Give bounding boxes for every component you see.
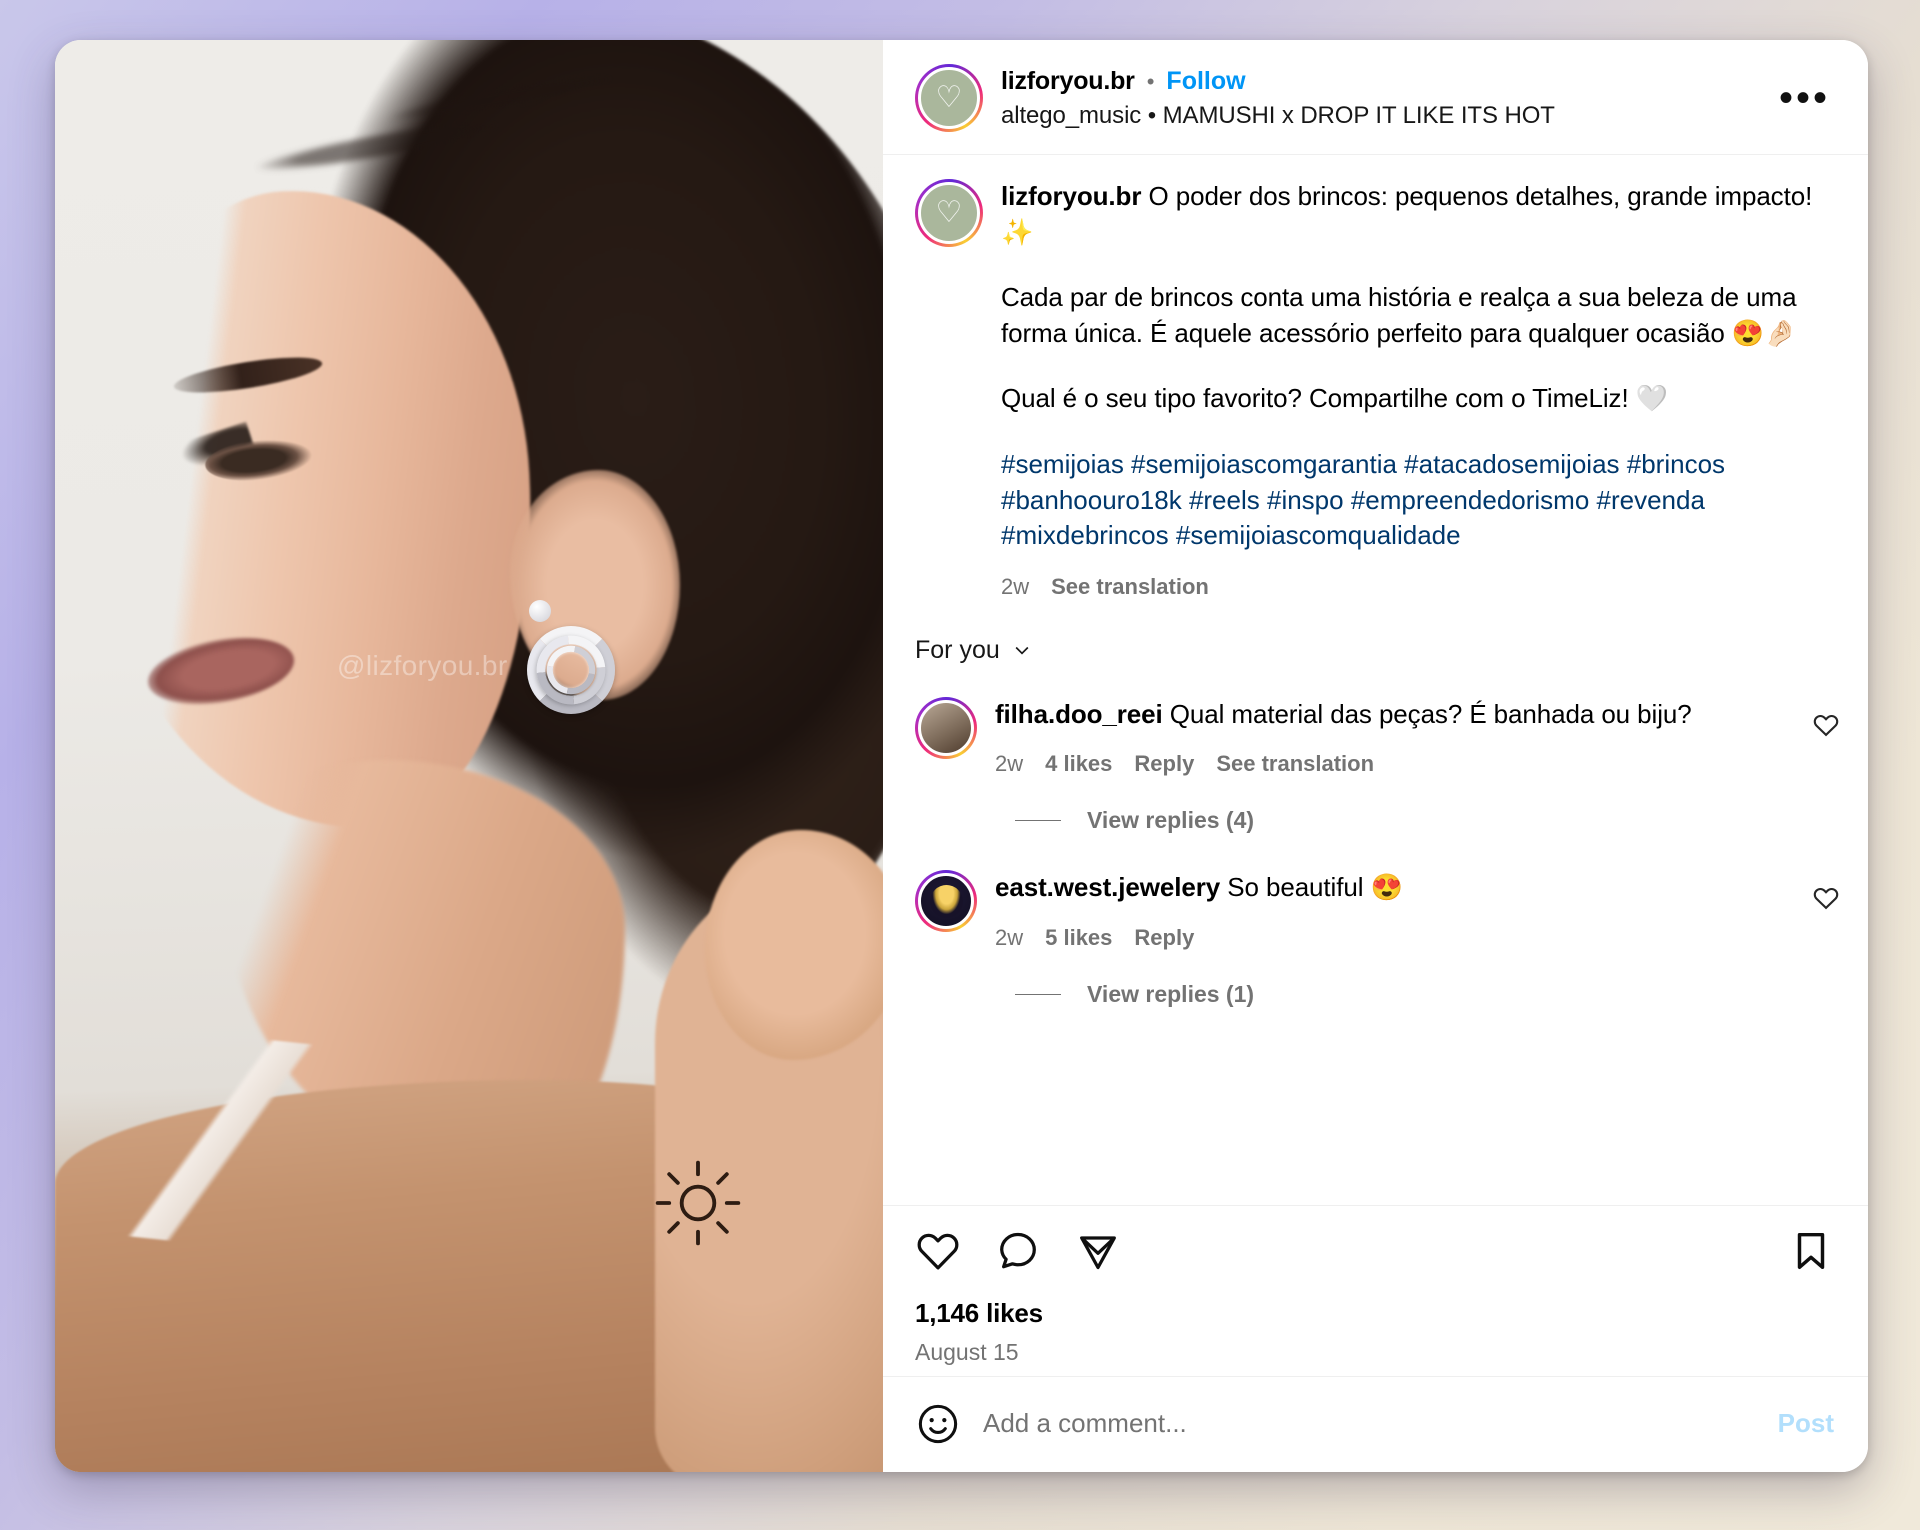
caption-body: lizforyou.br O poder dos brincos: pequen… [1001, 179, 1840, 600]
caption-username[interactable]: lizforyou.br [1001, 181, 1141, 211]
post-date: August 15 [915, 1339, 1019, 1365]
comment-meta-row: 2w 4 likes Reply See translation [995, 751, 1794, 777]
chevron-down-icon [1015, 647, 1029, 655]
comments-filter-dropdown[interactable]: For you [915, 610, 1840, 679]
commenter-avatar[interactable] [915, 870, 977, 933]
view-replies-label: View replies (4) [1087, 807, 1255, 834]
caption-author-avatar[interactable]: ♡ [915, 179, 983, 247]
commenter-username[interactable]: filha.doo_reei [995, 699, 1163, 729]
add-comment-input[interactable] [983, 1408, 1756, 1439]
comment-reply-button[interactable]: Reply [1134, 751, 1194, 777]
post-header: ♡ lizforyou.br • Follow altego_music • M… [883, 40, 1868, 155]
post-photo: @lizforyou.br [55, 40, 883, 1472]
comment-body: east.west.jewelery So beautiful 😍 2w 5 l… [995, 870, 1794, 950]
caption-see-translation[interactable]: See translation [1051, 574, 1209, 600]
replies-divider-line [1015, 993, 1061, 995]
caption-paragraph-2: Cada par de brincos conta uma história e… [1001, 282, 1797, 348]
like-heart-icon[interactable] [915, 1228, 961, 1274]
comments-filter-label: For you [915, 635, 1000, 664]
comment-icon[interactable] [995, 1228, 1041, 1274]
avatar-image: ♡ [918, 67, 980, 129]
comment-like-heart-icon[interactable] [1812, 884, 1840, 912]
jewelry-logo-icon [929, 884, 963, 918]
view-replies-button[interactable]: View replies (1) [915, 955, 1840, 1026]
author-username[interactable]: lizforyou.br [1001, 67, 1135, 96]
comments-scroll-area[interactable]: ♡ lizforyou.br O poder dos brincos: pequ… [883, 155, 1868, 1205]
share-icon[interactable] [1075, 1228, 1121, 1274]
action-icon-row [915, 1228, 1834, 1274]
comment-text-line: east.west.jewelery So beautiful 😍 [995, 870, 1794, 904]
post-comment-button[interactable]: Post [1778, 1408, 1834, 1439]
more-options-button[interactable]: ••• [1769, 78, 1840, 118]
comment-text-line: filha.doo_reei Qual material das peças? … [995, 697, 1794, 731]
bookmark-icon[interactable] [1788, 1228, 1834, 1274]
heart-logo-icon: ♡ [935, 196, 963, 229]
comment-body: filha.doo_reei Qual material das peças? … [995, 697, 1794, 777]
comment-see-translation[interactable]: See translation [1216, 751, 1374, 777]
post-side-panel: ♡ lizforyou.br • Follow altego_music • M… [883, 40, 1868, 1472]
caption-meta-row: 2w See translation [1001, 574, 1840, 600]
comment-likes[interactable]: 4 likes [1045, 751, 1112, 777]
author-avatar[interactable]: ♡ [915, 64, 983, 132]
avatar-image [918, 699, 974, 756]
caption-block: ♡ lizforyou.br O poder dos brincos: pequ… [915, 155, 1840, 610]
comment-likes[interactable]: 5 likes [1045, 925, 1112, 951]
post-media[interactable]: @lizforyou.br [55, 40, 883, 1472]
view-replies-button[interactable]: View replies (4) [915, 781, 1840, 852]
avatar-image: ♡ [918, 182, 980, 244]
earring-stud [529, 600, 551, 622]
comment-reply-button[interactable]: Reply [1134, 925, 1194, 951]
comment-timestamp: 2w [995, 924, 1024, 950]
comment-text: So beautiful 😍 [1227, 872, 1403, 903]
follow-button[interactable]: Follow [1166, 67, 1245, 96]
comment-timestamp: 2w [995, 751, 1024, 777]
commenter-username[interactable]: east.west.jewelery [995, 872, 1220, 902]
sun-tattoo-icon [655, 1160, 741, 1246]
commenter-avatar[interactable] [915, 696, 977, 759]
comment-item: east.west.jewelery So beautiful 😍 2w 5 l… [915, 852, 1840, 954]
add-comment-bar: Post [883, 1376, 1868, 1472]
audio-attribution[interactable]: altego_music • MAMUSHI x DROP IT LIKE IT… [1001, 102, 1555, 130]
post-actions-bar: 1,146 likes August 15 [883, 1205, 1868, 1376]
heart-logo-icon: ♡ [935, 81, 963, 114]
caption-paragraph-3: Qual é o seu tipo favorito? Compartilhe … [1001, 383, 1668, 414]
comment-like-heart-icon[interactable] [1812, 711, 1840, 739]
emoji-icon[interactable] [915, 1401, 961, 1447]
likes-count[interactable]: 1,146 likes [915, 1298, 1834, 1329]
header-separator: • [1146, 68, 1155, 94]
header-text-block: lizforyou.br • Follow altego_music • MAM… [1001, 67, 1555, 130]
comment-text: Qual material das peças? É banhada ou bi… [1169, 698, 1692, 729]
instagram-post-card: @lizforyou.br ♡ lizforyou.br • Follow al… [55, 40, 1868, 1472]
replies-divider-line [1015, 820, 1061, 822]
header-username-row: lizforyou.br • Follow [1001, 67, 1555, 96]
view-replies-label: View replies (1) [1087, 980, 1255, 1007]
photo-earring [522, 600, 620, 719]
caption-first-line: lizforyou.br O poder dos brincos: pequen… [1001, 179, 1840, 250]
caption-hashtags[interactable]: #semijoias #semijoiascomgarantia #atacad… [1001, 447, 1840, 554]
photo-top-strap [106, 1025, 328, 1255]
avatar-image [918, 873, 974, 930]
comment-item: filha.doo_reei Qual material das peças? … [915, 679, 1840, 781]
caption-timestamp: 2w [1001, 573, 1030, 599]
comment-meta-row: 2w 5 likes Reply [995, 925, 1794, 951]
